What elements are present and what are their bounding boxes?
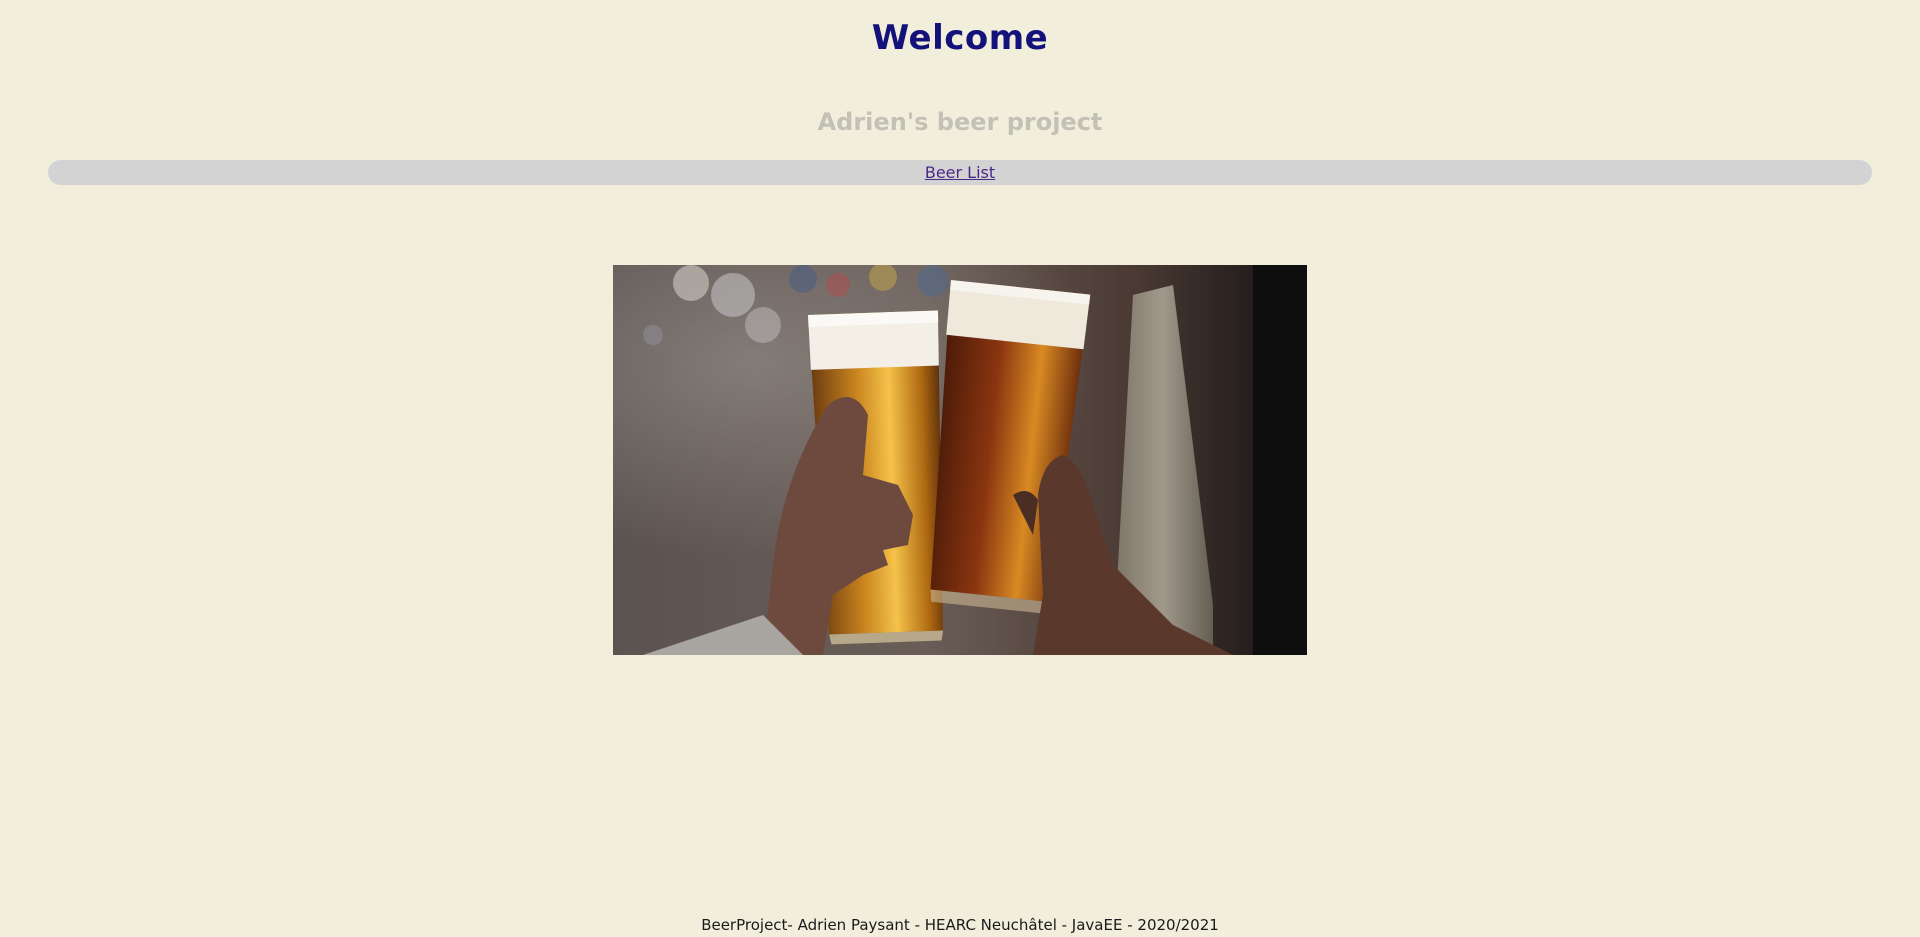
beer-cheers-photo — [613, 265, 1307, 655]
page-title: Welcome — [871, 18, 1049, 58]
footer-text: BeerProject- Adrien Paysant - HEARC Neuc… — [701, 916, 1219, 934]
hero-image — [613, 265, 1307, 655]
beer-list-link[interactable]: Beer List — [925, 163, 995, 182]
page: Welcome Adrien's beer project Beer List — [0, 0, 1920, 937]
page-subtitle: Adrien's beer project — [817, 108, 1103, 136]
nav-bar: Beer List — [48, 160, 1872, 185]
